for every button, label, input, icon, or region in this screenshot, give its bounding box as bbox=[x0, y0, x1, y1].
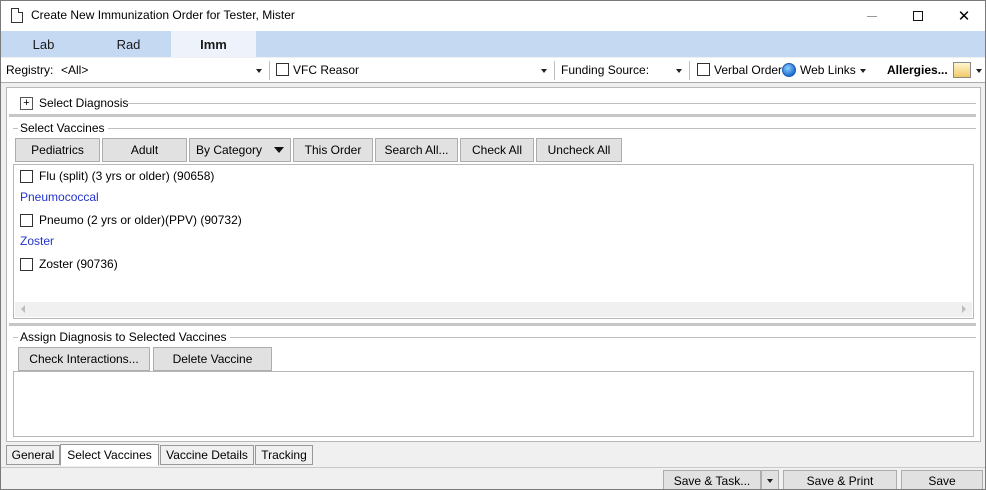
web-links-globe-icon[interactable] bbox=[782, 63, 796, 77]
search-all-button[interactable]: Search All... bbox=[375, 138, 458, 162]
assign-diagnosis-label: Assign Diagnosis to Selected Vaccines bbox=[18, 330, 230, 344]
vaccine-checkbox[interactable] bbox=[20, 213, 33, 227]
save-and-task-button[interactable]: Save & Task... bbox=[663, 470, 761, 489]
allergy-icon[interactable] bbox=[953, 62, 971, 78]
minimize-button[interactable] bbox=[849, 1, 895, 31]
minimize-icon bbox=[867, 15, 877, 17]
tab-rad[interactable]: Rad bbox=[86, 31, 171, 57]
vfc-reason-select[interactable] bbox=[359, 60, 551, 80]
tab-general[interactable]: General bbox=[6, 445, 60, 465]
allergies-dropdown-icon[interactable] bbox=[976, 69, 982, 73]
chevron-down-icon bbox=[274, 147, 285, 153]
vaccine-checkbox[interactable] bbox=[20, 257, 33, 271]
immunization-order-window: Create New Immunization Order for Tester… bbox=[0, 0, 986, 490]
vaccine-label: Flu (split) (3 yrs or older) (90658) bbox=[39, 169, 215, 183]
funding-source-label: Funding Source: bbox=[561, 63, 650, 77]
module-tab-bar: Lab Rad Imm bbox=[1, 31, 985, 57]
vfc-reason-dropdown-icon[interactable] bbox=[541, 69, 547, 73]
uncheck-all-button[interactable]: Uncheck All bbox=[536, 138, 622, 162]
scroll-right-icon[interactable] bbox=[962, 305, 966, 313]
maximize-button[interactable] bbox=[895, 1, 941, 31]
vaccine-list[interactable]: Flu (split) (3 yrs or older) (90658) Pne… bbox=[13, 164, 974, 319]
allergies-button[interactable]: Allergies... bbox=[887, 63, 948, 77]
tab-tracking[interactable]: Tracking bbox=[255, 445, 313, 465]
web-links-dropdown-icon[interactable] bbox=[860, 69, 866, 73]
tab-imm[interactable]: Imm bbox=[171, 31, 256, 57]
tab-vaccine-details[interactable]: Vaccine Details bbox=[160, 445, 254, 465]
delete-vaccine-button[interactable]: Delete Vaccine bbox=[153, 347, 272, 371]
check-all-button[interactable]: Check All bbox=[460, 138, 534, 162]
registry-dropdown-icon[interactable] bbox=[256, 69, 262, 73]
by-category-label: By Category bbox=[196, 143, 263, 157]
registry-label: Registry: bbox=[6, 63, 54, 77]
title-bar: Create New Immunization Order for Tester… bbox=[1, 1, 985, 31]
toolbar-separator bbox=[689, 61, 690, 80]
order-toolbar: Registry: <All> VFC Reason Funding Sourc… bbox=[1, 58, 985, 83]
list-item[interactable]: Zoster (90736) bbox=[20, 256, 118, 272]
scroll-left-icon[interactable] bbox=[21, 305, 25, 313]
save-and-print-button[interactable]: Save & Print bbox=[783, 470, 897, 489]
vaccine-label: Pneumo (2 yrs or older)(PPV) (90732) bbox=[39, 213, 242, 227]
by-category-dropdown[interactable]: By Category bbox=[189, 138, 291, 162]
close-icon: ✕ bbox=[957, 8, 971, 25]
expand-diagnosis-button[interactable]: + bbox=[20, 97, 33, 110]
save-and-task-dropdown[interactable] bbox=[761, 470, 779, 489]
tab-select-vaccines[interactable]: Select Vaccines bbox=[60, 444, 159, 466]
vfc-reason-checkbox[interactable] bbox=[276, 63, 289, 76]
this-order-button[interactable]: This Order bbox=[293, 138, 373, 162]
diagnosis-divider bbox=[126, 103, 976, 104]
funding-source-dropdown-icon[interactable] bbox=[676, 69, 682, 73]
section-divider bbox=[9, 323, 976, 326]
category-header: Zoster bbox=[20, 234, 55, 248]
vaccine-label: Zoster (90736) bbox=[39, 257, 118, 271]
document-icon bbox=[11, 8, 23, 23]
web-links-button[interactable]: Web Links bbox=[800, 63, 856, 77]
chevron-down-icon bbox=[767, 478, 773, 483]
registry-select[interactable]: <All> bbox=[61, 63, 88, 77]
vfc-reason-label: VFC Reason bbox=[293, 63, 362, 77]
tab-lab[interactable]: Lab bbox=[1, 31, 86, 57]
save-button[interactable]: Save bbox=[901, 470, 983, 489]
verbal-order-label: Verbal Order bbox=[714, 63, 783, 77]
verbal-order-checkbox[interactable] bbox=[697, 63, 710, 76]
plus-icon: + bbox=[23, 97, 30, 109]
close-button[interactable]: ✕ bbox=[941, 1, 985, 31]
select-vaccines-label: Select Vaccines bbox=[18, 121, 108, 135]
list-item[interactable]: Pneumo (2 yrs or older)(PPV) (90732) bbox=[20, 212, 242, 228]
footer-bar: Save & Task... Save & Print Save bbox=[1, 467, 985, 489]
adult-button[interactable]: Adult bbox=[102, 138, 187, 162]
maximize-icon bbox=[913, 11, 923, 21]
assigned-diagnosis-list[interactable] bbox=[13, 371, 974, 437]
toolbar-separator bbox=[269, 61, 270, 80]
select-vaccines-group-border bbox=[13, 128, 976, 129]
section-divider bbox=[9, 114, 976, 117]
toolbar-separator bbox=[554, 61, 555, 80]
horizontal-scrollbar[interactable] bbox=[15, 302, 972, 317]
list-item[interactable]: Flu (split) (3 yrs or older) (90658) bbox=[20, 168, 214, 184]
pediatrics-button[interactable]: Pediatrics bbox=[15, 138, 100, 162]
check-interactions-button[interactable]: Check Interactions... bbox=[18, 347, 150, 371]
select-diagnosis-label: Select Diagnosis bbox=[39, 96, 132, 110]
window-title: Create New Immunization Order for Tester… bbox=[31, 8, 295, 22]
vaccine-checkbox[interactable] bbox=[20, 169, 33, 183]
category-header: Pneumococcal bbox=[20, 190, 99, 204]
